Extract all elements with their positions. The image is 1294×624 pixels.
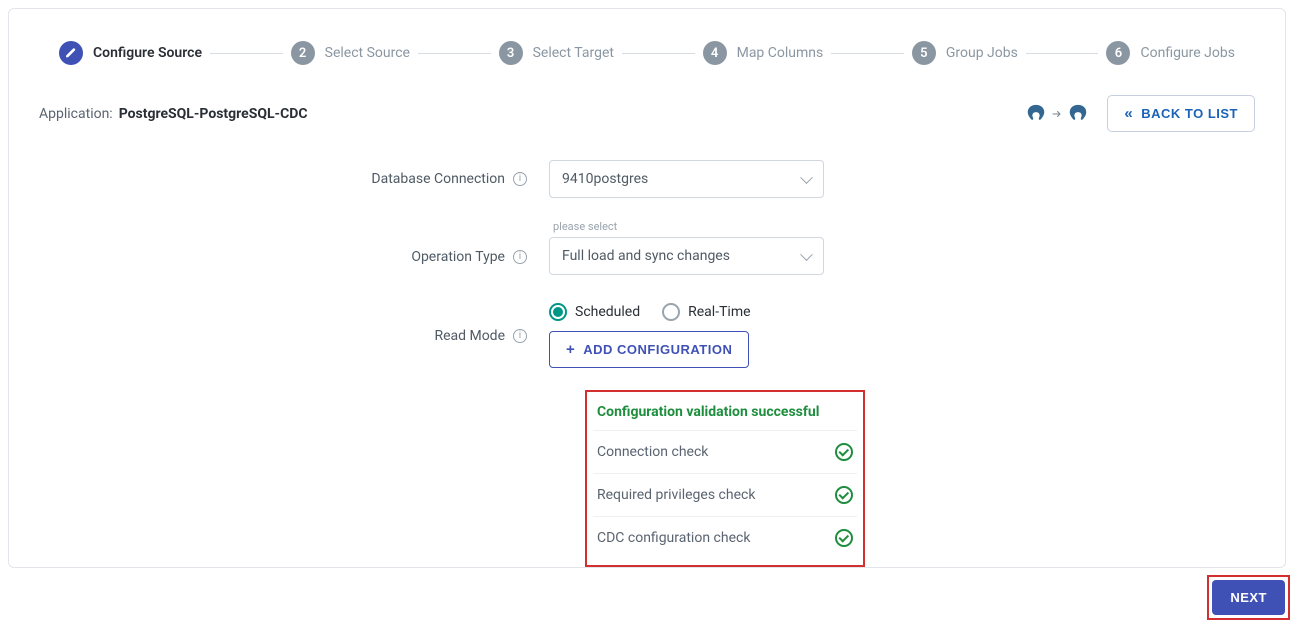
row-read-mode: Read Mode i Scheduled Real-Time + ADD CO… bbox=[39, 303, 1255, 368]
step-line bbox=[1026, 53, 1099, 54]
radio-scheduled-label: Scheduled bbox=[575, 304, 640, 320]
step-1[interactable]: Configure Source bbox=[59, 41, 202, 65]
validation-check-label: Connection check bbox=[597, 444, 708, 460]
row-db-connection: Database Connection i 9410postgres bbox=[39, 160, 1255, 198]
operation-type-value: Full load and sync changes bbox=[562, 248, 730, 264]
operation-type-hint: please select bbox=[549, 220, 824, 233]
validation-check-row: CDC configuration check bbox=[593, 517, 857, 559]
db-connection-label: Database Connection i bbox=[39, 171, 549, 187]
step-line bbox=[831, 53, 904, 54]
info-icon[interactable]: i bbox=[513, 329, 527, 343]
step-badge: 5 bbox=[912, 41, 936, 65]
next-button[interactable]: NEXT bbox=[1212, 580, 1285, 615]
read-mode-field: Scheduled Real-Time + ADD CONFIGURATION bbox=[549, 303, 751, 368]
step-label: Map Columns bbox=[737, 45, 824, 61]
row-operation-type: Operation Type i please select Full load… bbox=[39, 220, 1255, 275]
step-line bbox=[622, 53, 695, 54]
validation-check-label: Required privileges check bbox=[597, 487, 755, 503]
step-line bbox=[418, 53, 491, 54]
add-configuration-label: ADD CONFIGURATION bbox=[583, 342, 732, 357]
step-6[interactable]: 6 Configure Jobs bbox=[1106, 41, 1234, 65]
validation-panel: Configuration validation successful Conn… bbox=[585, 390, 865, 567]
db-connection-label-text: Database Connection bbox=[371, 171, 505, 187]
operation-type-field: please select Full load and sync changes bbox=[549, 220, 824, 275]
step-line bbox=[210, 53, 283, 54]
radio-scheduled[interactable]: Scheduled bbox=[549, 303, 640, 321]
arrow-right-icon bbox=[1051, 108, 1063, 120]
radio-dot-icon bbox=[662, 303, 680, 321]
back-to-list-button[interactable]: « BACK TO LIST bbox=[1107, 95, 1255, 132]
step-badge: 2 bbox=[291, 41, 315, 65]
step-label: Group Jobs bbox=[946, 45, 1018, 61]
step-5[interactable]: 5 Group Jobs bbox=[912, 41, 1018, 65]
page-card: Configure Source 2 Select Source 3 Selec… bbox=[8, 8, 1286, 568]
chevron-left-double-icon: « bbox=[1124, 106, 1133, 121]
validation-title: Configuration validation successful bbox=[593, 398, 857, 431]
application-label-text: Application: bbox=[39, 106, 113, 122]
step-3[interactable]: 3 Select Target bbox=[499, 41, 614, 65]
step-label: Select Source bbox=[325, 45, 410, 61]
operation-type-select[interactable]: Full load and sync changes bbox=[549, 237, 824, 275]
db-connection-field: 9410postgres bbox=[549, 160, 824, 198]
next-highlight: NEXT bbox=[1207, 575, 1290, 620]
application-header: Application: PostgreSQL-PostgreSQL-CDC «… bbox=[39, 95, 1255, 132]
db-connection-value: 9410postgres bbox=[562, 171, 648, 187]
stepper: Configure Source 2 Select Source 3 Selec… bbox=[59, 41, 1235, 65]
validation-check-row: Required privileges check bbox=[593, 474, 857, 517]
application-label: Application: PostgreSQL-PostgreSQL-CDC bbox=[39, 106, 308, 122]
radio-realtime-label: Real-Time bbox=[688, 304, 750, 320]
next-button-label: NEXT bbox=[1230, 590, 1267, 605]
add-configuration-button[interactable]: + ADD CONFIGURATION bbox=[549, 331, 749, 368]
step-badge: 6 bbox=[1106, 41, 1130, 65]
radio-realtime[interactable]: Real-Time bbox=[662, 303, 750, 321]
read-mode-radio-group: Scheduled Real-Time bbox=[549, 303, 751, 321]
info-icon[interactable]: i bbox=[513, 250, 527, 264]
check-success-icon bbox=[835, 529, 853, 547]
header-actions: « BACK TO LIST bbox=[1025, 95, 1255, 132]
db-type-icons bbox=[1025, 103, 1089, 125]
step-badge: 4 bbox=[703, 41, 727, 65]
postgres-icon bbox=[1067, 103, 1089, 125]
read-mode-label: Read Mode i bbox=[39, 328, 549, 344]
application-name: PostgreSQL-PostgreSQL-CDC bbox=[119, 106, 308, 122]
validation-check-label: CDC configuration check bbox=[597, 530, 750, 546]
operation-type-label: Operation Type i bbox=[39, 249, 549, 275]
db-connection-select[interactable]: 9410postgres bbox=[549, 160, 824, 198]
pencil-icon bbox=[59, 41, 83, 65]
validation-check-row: Connection check bbox=[593, 431, 857, 474]
plus-icon: + bbox=[566, 342, 575, 357]
step-label: Configure Source bbox=[93, 45, 202, 61]
step-label: Select Target bbox=[533, 45, 614, 61]
postgres-icon bbox=[1025, 103, 1047, 125]
step-4[interactable]: 4 Map Columns bbox=[703, 41, 824, 65]
operation-type-label-text: Operation Type bbox=[411, 249, 505, 265]
check-success-icon bbox=[835, 443, 853, 461]
step-label: Configure Jobs bbox=[1140, 45, 1234, 61]
read-mode-label-text: Read Mode bbox=[434, 328, 505, 344]
radio-dot-icon bbox=[549, 303, 567, 321]
step-2[interactable]: 2 Select Source bbox=[291, 41, 410, 65]
info-icon[interactable]: i bbox=[513, 172, 527, 186]
back-to-list-label: BACK TO LIST bbox=[1141, 106, 1238, 121]
check-success-icon bbox=[835, 486, 853, 504]
step-badge: 3 bbox=[499, 41, 523, 65]
